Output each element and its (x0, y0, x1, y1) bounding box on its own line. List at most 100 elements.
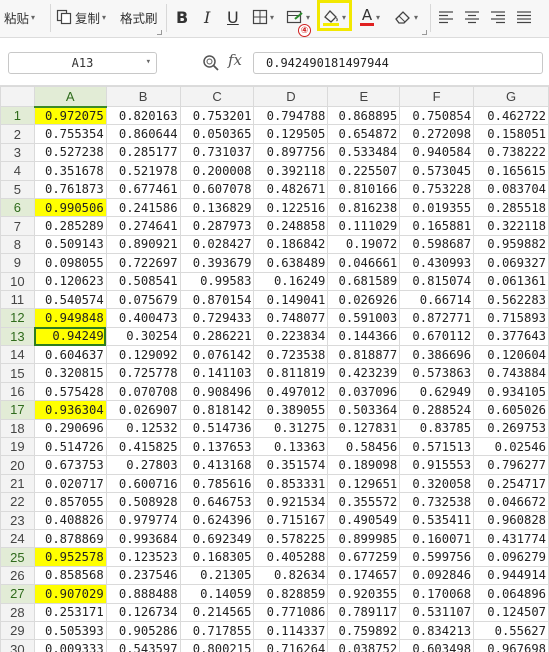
row-header-8[interactable]: 8 (0, 234, 35, 255)
row-header-4[interactable]: 4 (0, 161, 35, 181)
paste-button[interactable]: 粘贴 ▾ (4, 4, 35, 30)
cell-c28[interactable]: 0.214565 (179, 602, 255, 622)
cell-d8[interactable]: 0.186842 (253, 234, 329, 255)
cell-g9[interactable]: 0.069327 (473, 253, 549, 273)
cell-c2[interactable]: 0.050365 (179, 124, 255, 144)
cell-f12[interactable]: 0.872771 (399, 308, 475, 328)
cell-e2[interactable]: 0.654872 (327, 124, 401, 144)
cell-g24[interactable]: 0.431774 (473, 528, 549, 549)
cell-c15[interactable]: 0.141103 (179, 363, 255, 383)
cell-c12[interactable]: 0.729433 (179, 308, 255, 328)
cell-e26[interactable]: 0.174657 (327, 565, 401, 586)
row-header-17[interactable]: 17 (0, 400, 35, 420)
cell-e23[interactable]: 0.490549 (327, 510, 401, 530)
column-header-a[interactable]: A (33, 86, 107, 108)
cell-c7[interactable]: 0.287973 (179, 216, 255, 236)
cell-b24[interactable]: 0.993684 (105, 528, 181, 549)
cell-b14[interactable]: 0.129092 (105, 345, 181, 365)
cell-f18[interactable]: 0.83785 (399, 418, 475, 439)
cell-a9[interactable]: 0.098055 (33, 253, 107, 273)
row-header-12[interactable]: 12 (0, 308, 35, 328)
underline-button[interactable]: U (227, 4, 239, 30)
cell-a25[interactable]: 0.952578 (33, 547, 107, 567)
cell-e22[interactable]: 0.355572 (327, 492, 401, 512)
cell-f6[interactable]: 0.019355 (399, 197, 475, 218)
cell-f5[interactable]: 0.753228 (399, 179, 475, 199)
row-header-2[interactable]: 2 (0, 124, 35, 144)
cell-a1[interactable]: 0.972075 (33, 105, 107, 126)
cell-e18[interactable]: 0.127831 (327, 418, 401, 439)
bold-button[interactable]: B (176, 4, 188, 30)
cell-e12[interactable]: 0.591003 (327, 308, 401, 328)
cell-a4[interactable]: 0.351678 (33, 161, 107, 181)
cell-f24[interactable]: 0.160071 (399, 528, 475, 549)
cell-a2[interactable]: 0.755354 (33, 124, 107, 144)
row-header-22[interactable]: 22 (0, 492, 35, 512)
cell-e14[interactable]: 0.818877 (327, 345, 401, 365)
cell-e6[interactable]: 0.816238 (327, 197, 401, 218)
clipboard-group-launcher-icon[interactable] (157, 30, 162, 35)
cell-d12[interactable]: 0.748077 (253, 308, 329, 328)
font-color-dropdown-icon[interactable]: ▾ (376, 13, 380, 22)
cell-a10[interactable]: 0.120623 (33, 271, 107, 291)
cell-g8[interactable]: 0.959882 (473, 234, 549, 255)
cell-c21[interactable]: 0.785616 (179, 473, 255, 494)
cell-g7[interactable]: 0.322118 (473, 216, 549, 236)
row-header-10[interactable]: 10 (0, 271, 35, 291)
cell-a21[interactable]: 0.020717 (33, 473, 107, 494)
cell-a15[interactable]: 0.320815 (33, 363, 107, 383)
cell-e10[interactable]: 0.681589 (327, 271, 401, 291)
cell-c25[interactable]: 0.168305 (179, 547, 255, 567)
cell-f27[interactable]: 0.170068 (399, 584, 475, 604)
cell-g11[interactable]: 0.562283 (473, 289, 549, 310)
cell-c11[interactable]: 0.870154 (179, 289, 255, 310)
cell-c30[interactable]: 0.800215 (179, 639, 255, 652)
row-header-5[interactable]: 5 (0, 179, 35, 199)
cell-e7[interactable]: 0.111029 (327, 216, 401, 236)
cell-c13[interactable]: 0.286221 (179, 326, 255, 347)
cell-a11[interactable]: 0.540574 (33, 289, 107, 310)
cell-f3[interactable]: 0.940584 (399, 142, 475, 163)
cell-b8[interactable]: 0.890921 (105, 234, 181, 255)
row-header-28[interactable]: 28 (0, 602, 35, 622)
cell-b9[interactable]: 0.722697 (105, 253, 181, 273)
borders-button[interactable]: ▾ (252, 4, 274, 30)
cell-c4[interactable]: 0.200008 (179, 161, 255, 181)
cell-a6[interactable]: 0.990506 (33, 197, 107, 218)
copy-button[interactable]: 复制 ▾ (56, 4, 106, 30)
row-header-20[interactable]: 20 (0, 455, 35, 475)
cell-c20[interactable]: 0.413168 (179, 455, 255, 475)
font-group-launcher-icon[interactable] (422, 30, 427, 35)
cell-d10[interactable]: 0.16249 (253, 271, 329, 291)
cell-c10[interactable]: 0.99583 (179, 271, 255, 291)
cell-f7[interactable]: 0.165881 (399, 216, 475, 236)
cell-b30[interactable]: 0.543597 (105, 639, 181, 652)
cell-f11[interactable]: 0.66714 (399, 289, 475, 310)
cell-g27[interactable]: 0.064896 (473, 584, 549, 604)
cell-c29[interactable]: 0.717855 (179, 620, 255, 641)
cell-g19[interactable]: 0.02546 (473, 437, 549, 457)
cell-d15[interactable]: 0.811819 (253, 363, 329, 383)
cell-g29[interactable]: 0.55627 (473, 620, 549, 641)
cell-d28[interactable]: 0.771086 (253, 602, 329, 622)
cell-d13[interactable]: 0.223834 (253, 326, 329, 347)
cell-d9[interactable]: 0.638489 (253, 253, 329, 273)
cell-d11[interactable]: 0.149041 (253, 289, 329, 310)
cell-f28[interactable]: 0.531107 (399, 602, 475, 622)
copy-dropdown-icon[interactable]: ▾ (102, 13, 106, 22)
cell-a27[interactable]: 0.907029 (33, 584, 107, 604)
row-header-11[interactable]: 11 (0, 289, 35, 310)
row-header-9[interactable]: 9 (0, 253, 35, 273)
cell-g21[interactable]: 0.254717 (473, 473, 549, 494)
cell-g30[interactable]: 0.967698 (473, 639, 549, 652)
cell-b10[interactable]: 0.508541 (105, 271, 181, 291)
cell-e11[interactable]: 0.026926 (327, 289, 401, 310)
cell-g3[interactable]: 0.738222 (473, 142, 549, 163)
cell-c22[interactable]: 0.646753 (179, 492, 255, 512)
cell-a29[interactable]: 0.505393 (33, 620, 107, 641)
cell-a3[interactable]: 0.527238 (33, 142, 107, 163)
cell-g4[interactable]: 0.165615 (473, 161, 549, 181)
row-header-13[interactable]: 13 (0, 326, 35, 347)
cell-e17[interactable]: 0.503364 (327, 400, 401, 420)
cell-f9[interactable]: 0.430993 (399, 253, 475, 273)
